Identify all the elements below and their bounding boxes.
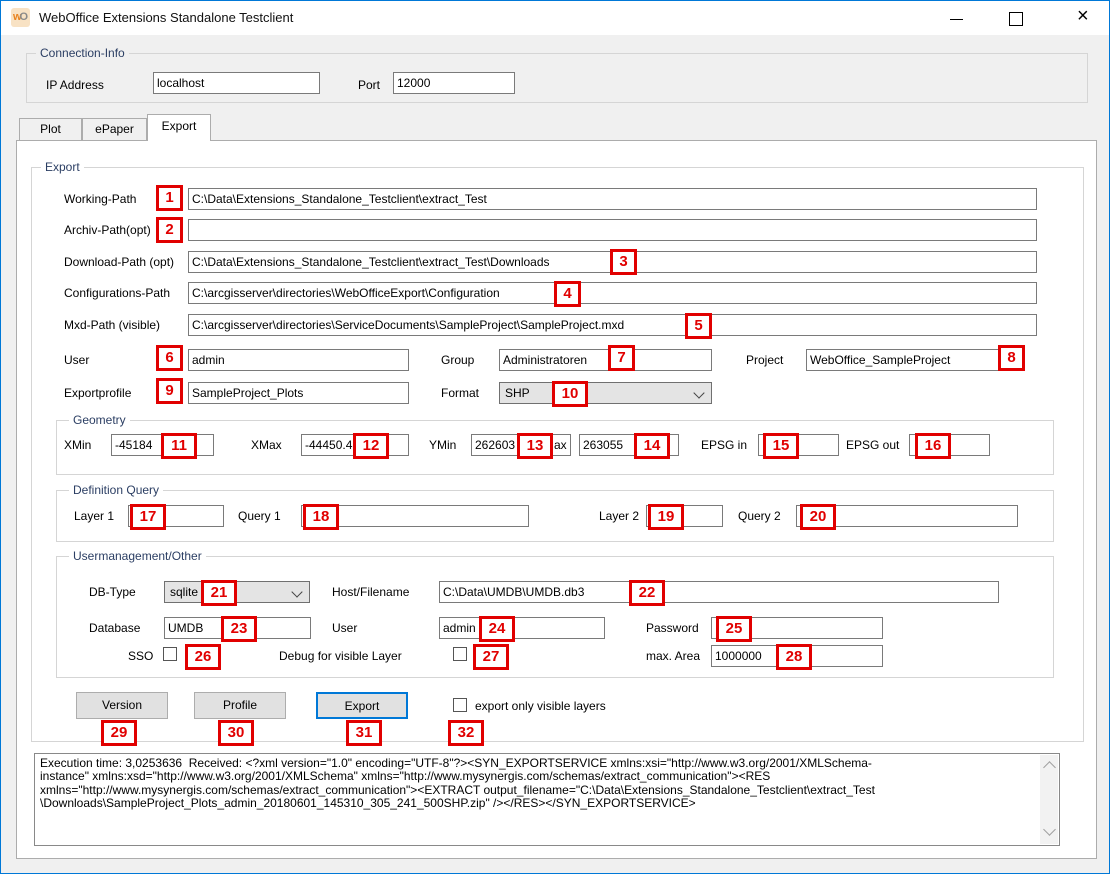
profile-button[interactable]: Profile (194, 692, 286, 719)
format-combobox[interactable]: SHP (499, 382, 712, 404)
user-input[interactable] (188, 349, 409, 371)
chevron-down-icon (291, 586, 302, 597)
xmin-input[interactable] (111, 434, 214, 456)
layer2-input[interactable] (646, 505, 723, 527)
project-input[interactable] (806, 349, 1012, 371)
format-label: Format (441, 386, 479, 400)
ymax-input[interactable] (579, 434, 679, 456)
output-scrollbar[interactable] (1040, 755, 1058, 844)
sso-checkbox[interactable] (163, 647, 177, 661)
database-input[interactable] (164, 617, 311, 639)
exportprofile-input[interactable] (188, 382, 409, 404)
mxd-path-input[interactable] (188, 314, 1037, 336)
output-box[interactable]: Execution time: 3,0253636 Received: <?xm… (34, 753, 1060, 846)
chevron-down-icon (693, 387, 704, 398)
max-area-label: max. Area (646, 649, 700, 663)
configurations-path-label: Configurations-Path (64, 286, 170, 300)
project-label: Project (746, 353, 783, 367)
exportprofile-label: Exportprofile (64, 386, 131, 400)
scroll-down-icon[interactable] (1043, 823, 1056, 836)
layer1-input[interactable] (128, 505, 224, 527)
mxd-path-label: Mxd-Path (visible) (64, 318, 160, 332)
host-filename-label: Host/Filename (332, 585, 409, 599)
working-path-label: Working-Path (64, 192, 136, 206)
query1-input[interactable] (301, 505, 529, 527)
export-visible-layers-checkbox[interactable] (453, 698, 467, 712)
database-label: Database (89, 621, 140, 635)
export-visible-layers-label: export only visible layers (475, 699, 606, 713)
xmax-label: XMax (251, 438, 282, 452)
output-line: \Downloads\SampleProject_Plots_admin_201… (40, 797, 1037, 810)
db-user-label: User (332, 621, 357, 635)
ymin-label: YMin (429, 438, 456, 452)
archiv-path-input[interactable] (188, 219, 1037, 241)
usermanagement-caption: Usermanagement/Other (69, 549, 206, 563)
app-window: wO WebOffice Extensions Standalone Testc… (0, 0, 1110, 874)
layer1-label: Layer 1 (74, 509, 114, 523)
export-button[interactable]: Export (316, 692, 408, 719)
archiv-path-label: Archiv-Path(opt) (64, 223, 151, 237)
db-type-value: sqlite (170, 585, 198, 599)
layer2-label: Layer 2 (599, 509, 639, 523)
output-line: instance" xmlns:xsd="http://www.w3.org/2… (40, 770, 1037, 783)
sso-label: SSO (128, 649, 153, 663)
epsg-out-label: EPSG out (846, 438, 899, 452)
db-user-input[interactable] (439, 617, 605, 639)
epsg-in-label: EPSG in (701, 438, 747, 452)
password-input[interactable] (711, 617, 883, 639)
ymax-label: YMax (536, 438, 567, 452)
output-line: xmlns="http://www.mysynergis.com/schemas… (40, 784, 1037, 797)
query2-input[interactable] (796, 505, 1018, 527)
output-log: Execution time: 3,0253636 Received: <?xm… (40, 757, 1037, 811)
max-area-input[interactable] (711, 645, 883, 667)
configurations-path-input[interactable] (188, 282, 1037, 304)
download-path-label: Download-Path (opt) (64, 255, 174, 269)
user-label: User (64, 353, 89, 367)
definition-query-caption: Definition Query (69, 483, 163, 497)
xmin-label: XMin (64, 438, 91, 452)
password-label: Password (646, 621, 699, 635)
epsg-in-input[interactable] (758, 434, 839, 456)
group-label: Group (441, 353, 474, 367)
working-path-input[interactable] (188, 188, 1037, 210)
geometry-caption: Geometry (69, 413, 130, 427)
output-line: Execution time: 3,0253636 Received: <?xm… (40, 757, 1037, 770)
format-value: SHP (505, 386, 530, 400)
db-type-combobox[interactable]: sqlite (164, 581, 310, 603)
query1-label: Query 1 (238, 509, 281, 523)
epsg-out-input[interactable] (909, 434, 990, 456)
debug-visible-layer-checkbox[interactable] (453, 647, 467, 661)
query2-label: Query 2 (738, 509, 781, 523)
debug-visible-layer-label: Debug for visible Layer (279, 649, 402, 663)
db-type-label: DB-Type (89, 585, 136, 599)
xmax-input[interactable] (301, 434, 409, 456)
version-button[interactable]: Version (76, 692, 168, 719)
host-filename-input[interactable] (439, 581, 999, 603)
scroll-up-icon[interactable] (1043, 761, 1056, 774)
download-path-input[interactable] (188, 251, 1037, 273)
group-input[interactable] (499, 349, 712, 371)
